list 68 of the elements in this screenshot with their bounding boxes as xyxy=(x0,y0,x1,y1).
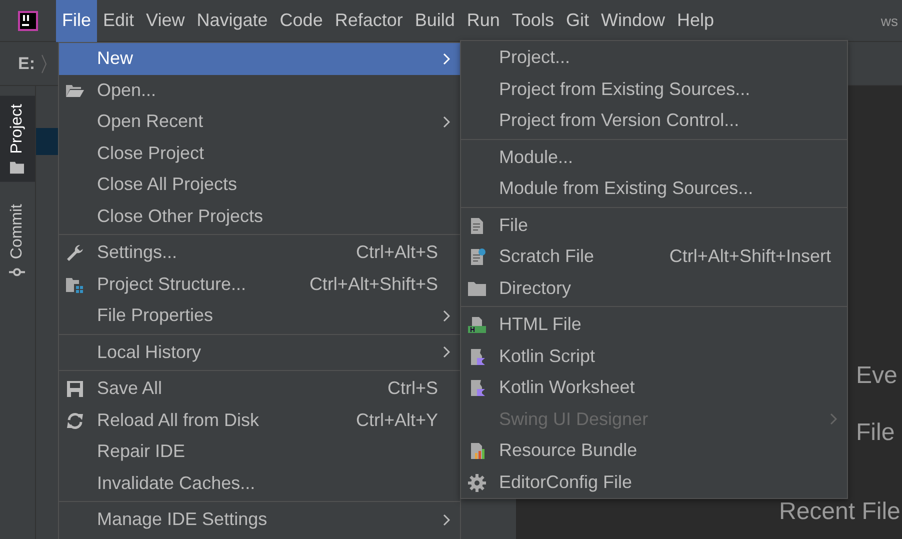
menu-item[interactable]: Project from Version Control... xyxy=(461,105,847,136)
menu-bar-item[interactable]: Help xyxy=(671,0,720,42)
menu-item[interactable]: Local History xyxy=(59,336,460,368)
kotlin-file-icon xyxy=(468,379,486,397)
menu-item[interactable]: Save All Ctrl+S xyxy=(59,373,460,404)
menu-item[interactable]: Close All Projects xyxy=(59,169,460,200)
shortcut-label: Ctrl+Alt+S xyxy=(354,242,439,264)
shortcut-label: Ctrl+S xyxy=(386,378,439,400)
menu-item[interactable]: EditorConfig File xyxy=(461,466,847,498)
menu-item[interactable]: Project from Existing Sources... xyxy=(461,74,847,105)
menu-item[interactable]: File xyxy=(461,210,847,241)
kotlin-file-icon xyxy=(468,348,486,366)
menu-item[interactable]: Project... xyxy=(461,42,847,74)
app-logo-icon xyxy=(18,10,38,30)
menu-item[interactable]: Open Recent xyxy=(59,106,460,138)
scratch-file-icon xyxy=(468,248,486,266)
menu-item[interactable]: Project Structure... Ctrl+Alt+Shift+S xyxy=(59,268,460,300)
menu-item[interactable]: Invalidate Caches... xyxy=(59,468,460,499)
menu-bar-item[interactable]: File xyxy=(56,0,98,42)
menu-bar-item[interactable]: Code xyxy=(274,0,329,42)
editor-hint: Recent File xyxy=(779,498,900,526)
menu-item[interactable]: Close Project xyxy=(59,138,460,169)
menu-item[interactable]: Reload All from Disk Ctrl+Alt+Y xyxy=(59,404,460,436)
menu-bar-item[interactable]: Run xyxy=(460,0,506,42)
file-icon xyxy=(468,216,486,234)
html-file-icon xyxy=(468,316,486,334)
menu-item[interactable]: Directory xyxy=(461,272,847,304)
commit-icon xyxy=(10,266,26,277)
side-tab[interactable]: Commit xyxy=(0,196,35,285)
menu-item[interactable]: Close Other Projects xyxy=(59,200,460,232)
shortcut-label: Ctrl+Alt+Y xyxy=(354,410,439,431)
breadcrumb[interactable]: E: xyxy=(18,54,35,74)
side-tab[interactable]: Project xyxy=(0,96,35,182)
folder-grid-icon xyxy=(66,276,84,294)
editor-hint: File xyxy=(856,419,895,447)
menu-item[interactable]: Kotlin Script xyxy=(461,340,847,372)
menu-bar-item[interactable]: View xyxy=(140,0,191,42)
shortcut-label: Ctrl+Alt+Shift+Insert xyxy=(668,246,832,268)
menu-item[interactable]: Settings... Ctrl+Alt+S xyxy=(59,237,460,268)
menu-item[interactable]: Module from Existing Sources... xyxy=(461,173,847,204)
menu-item[interactable]: Module... xyxy=(461,142,847,173)
chevron-icon xyxy=(41,54,47,74)
reload-icon xyxy=(66,412,84,430)
menu-item[interactable]: Repair IDE xyxy=(59,436,460,468)
editor-hint: Eve xyxy=(856,362,898,390)
window-title: ws xyxy=(880,12,898,28)
menu-item[interactable]: Manage IDE Settings xyxy=(59,504,460,536)
menu-item[interactable]: New xyxy=(59,43,460,74)
bundle-file-icon xyxy=(468,442,486,460)
menu-item[interactable]: Resource Bundle xyxy=(461,435,847,466)
menu-bar-item[interactable]: Navigate xyxy=(190,0,274,42)
menu-item[interactable]: Scratch File Ctrl+Alt+Shift+Insert xyxy=(461,241,847,272)
folder-icon xyxy=(468,280,486,298)
menu-bar-item[interactable]: Build xyxy=(408,0,461,42)
menu-item[interactable]: Open... xyxy=(59,74,460,106)
menu-bar-item[interactable]: Window xyxy=(594,0,671,42)
menu-bar-item[interactable]: Tools xyxy=(506,0,560,42)
menu-item[interactable]: File Properties xyxy=(59,300,460,332)
menu-item[interactable]: HTML File xyxy=(461,309,847,340)
wrench-icon xyxy=(66,244,84,262)
menu-bar-item[interactable]: Refactor xyxy=(328,0,409,42)
menu-bar-item[interactable]: Git xyxy=(560,0,595,42)
menu-bar-item[interactable]: Edit xyxy=(97,0,140,42)
menu-item[interactable]: Kotlin Worksheet xyxy=(461,372,847,404)
gear-icon xyxy=(468,474,486,492)
folder-icon xyxy=(10,162,24,174)
save-icon xyxy=(66,380,84,398)
shortcut-label: Ctrl+Alt+Shift+S xyxy=(308,274,439,295)
